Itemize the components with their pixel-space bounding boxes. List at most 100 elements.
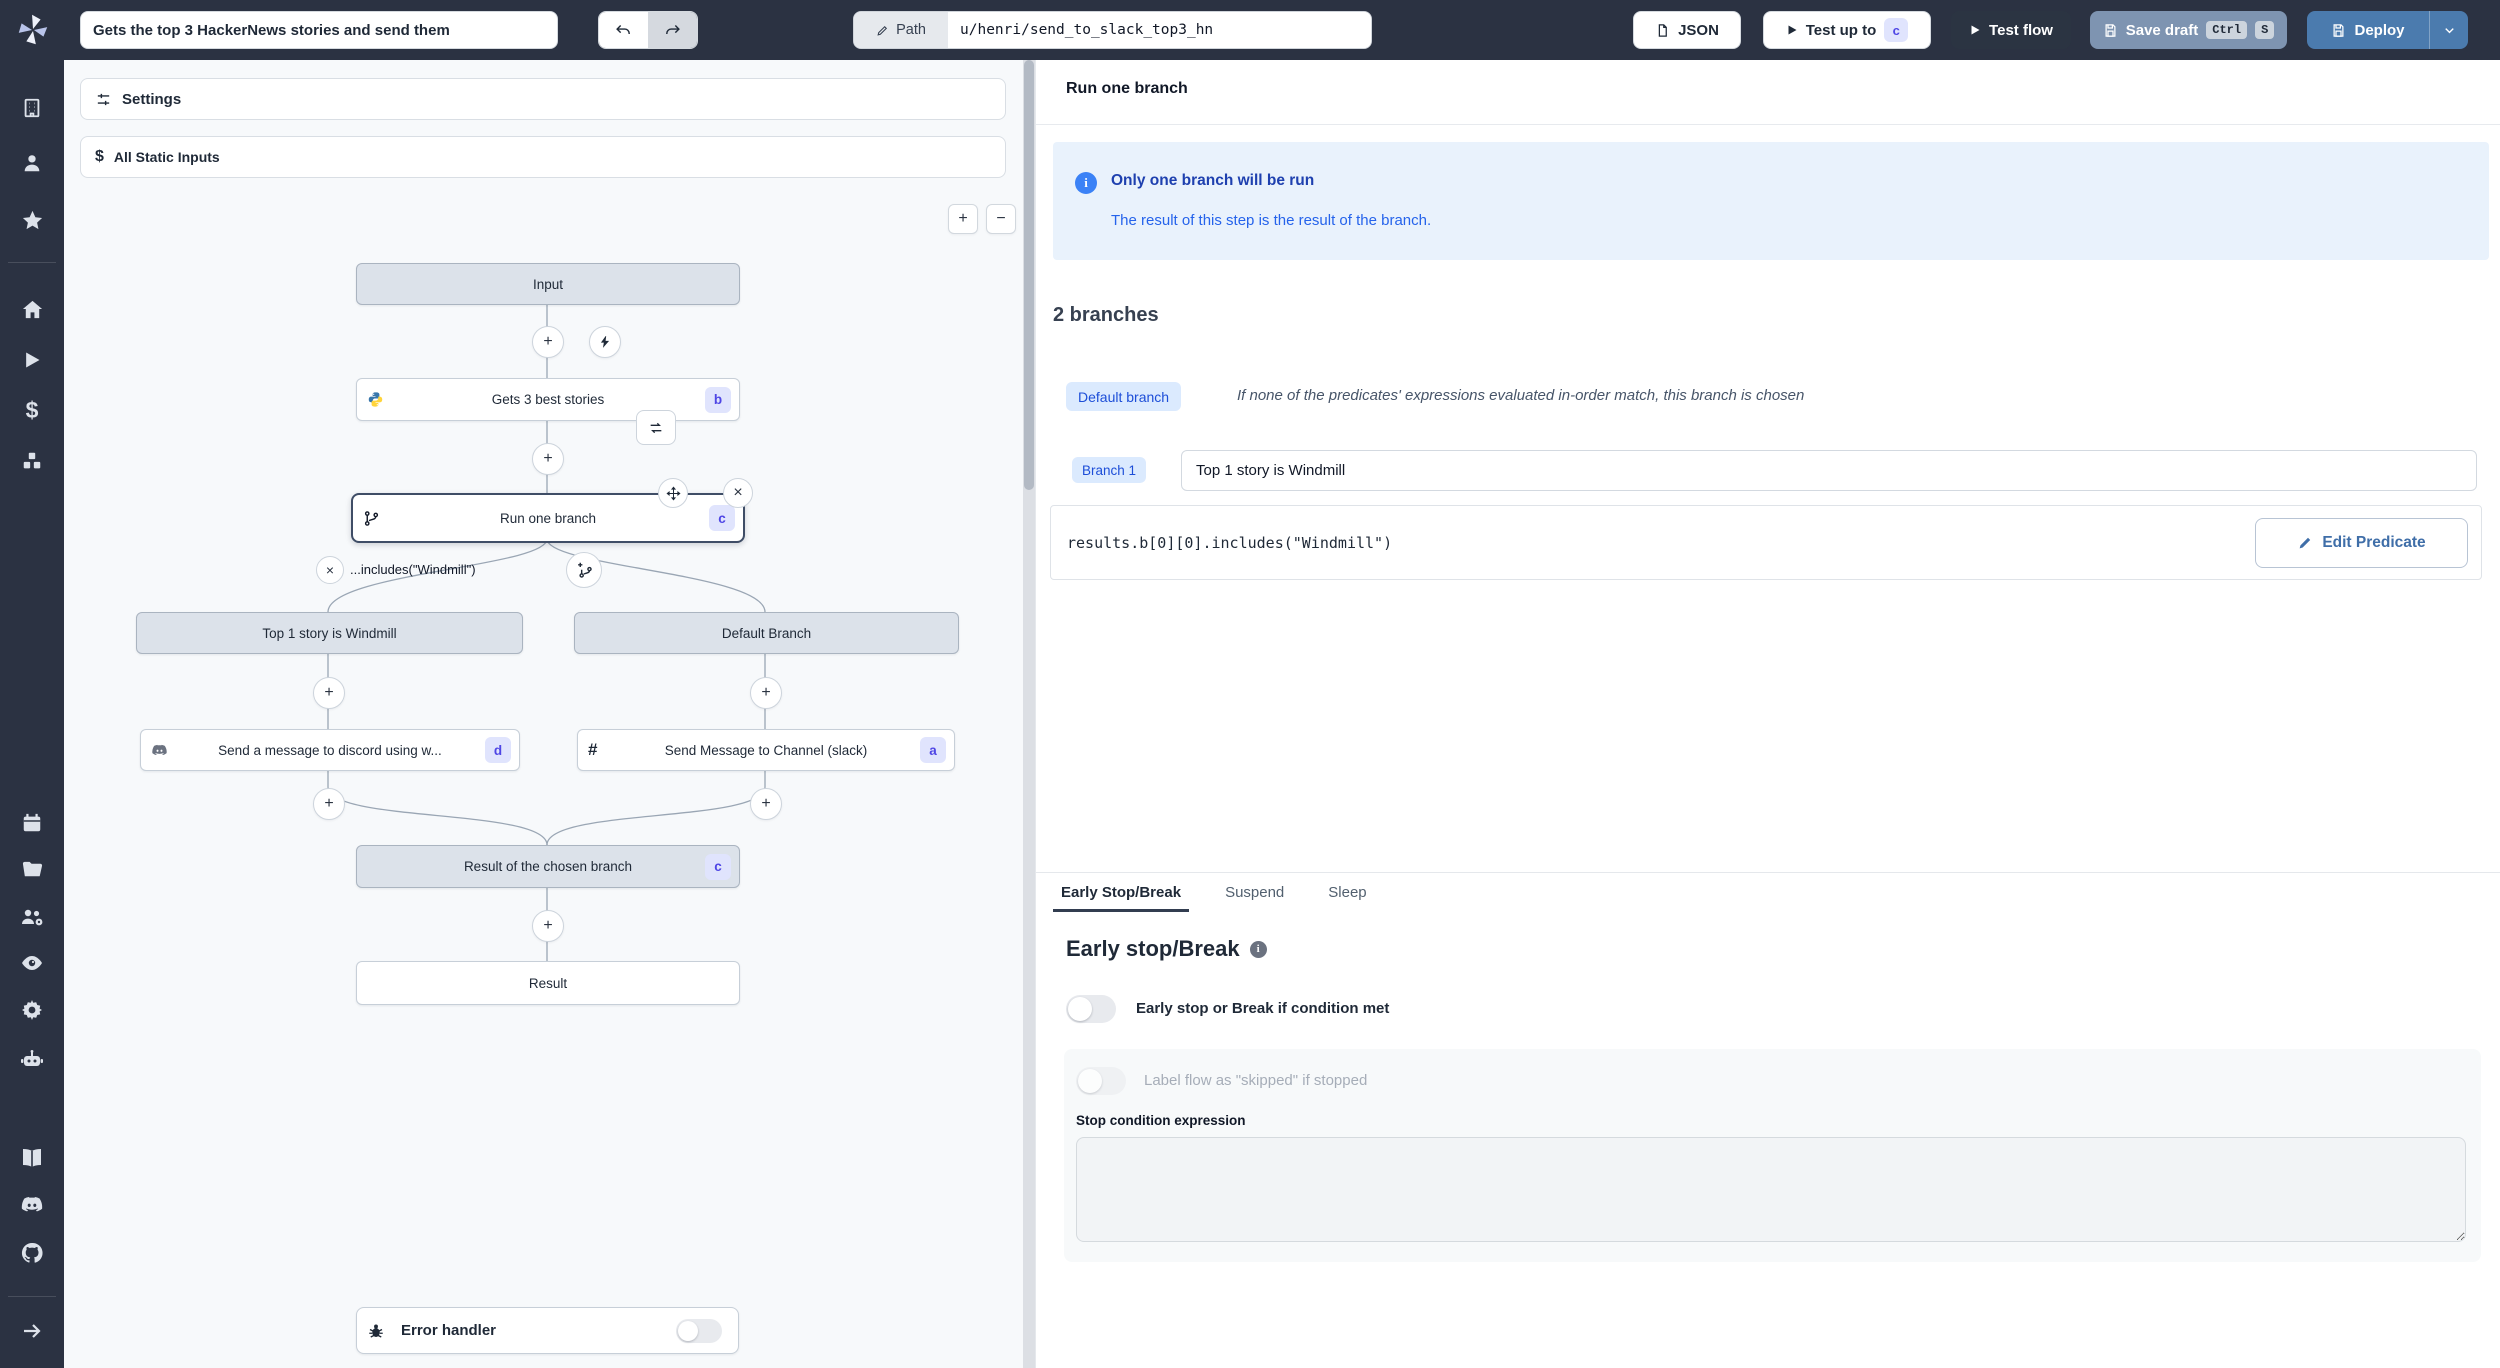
path-input[interactable] [948, 12, 1371, 48]
sidebar-item-user[interactable] [19, 150, 45, 176]
sidebar-item-groups[interactable] [19, 904, 45, 930]
add-branch-button[interactable] [566, 552, 602, 588]
git-branch-icon [363, 510, 380, 527]
robot-icon [21, 1050, 43, 1066]
node-branch-top1-windmill[interactable]: Top 1 story is Windmill [136, 612, 523, 654]
add-step-button[interactable]: + [313, 677, 345, 709]
early-stop-heading: Early stop/Break [1066, 936, 1240, 961]
flow-summary-input[interactable] [80, 11, 558, 49]
info-callout: i Only one branch will be run The result… [1053, 142, 2489, 260]
node-send-slack-message[interactable]: # Send Message to Channel (slack) a [577, 729, 955, 771]
deploy-button[interactable]: Deploy [2307, 11, 2429, 49]
test-up-to-button[interactable]: Test up to c [1763, 11, 1931, 49]
early-stop-toggle[interactable] [1066, 995, 1116, 1023]
skipped-toggle-label: Label flow as "skipped" if stopped [1144, 1072, 1368, 1089]
flow-scrollbar[interactable] [1023, 60, 1035, 1368]
test-flow-button[interactable]: Test flow [1951, 11, 2071, 49]
node-branch-default[interactable]: Default Branch [574, 612, 959, 654]
sidebar-item-home[interactable] [19, 296, 45, 322]
node-gets-3-best-stories[interactable]: Gets 3 best stories b [356, 378, 740, 421]
github-icon [21, 1242, 43, 1263]
loop-restart-button[interactable] [636, 410, 676, 445]
sidebar-item-runs[interactable] [19, 347, 45, 373]
sidebar-item-github[interactable] [19, 1240, 45, 1266]
default-branch-description: If none of the predicates' expressions e… [1237, 387, 1805, 404]
sidebar-item-resources[interactable] [19, 448, 45, 474]
remove-branch-button[interactable]: × [316, 556, 344, 584]
edit-predicate-label: Edit Predicate [2322, 533, 2426, 551]
scrollbar-thumb[interactable] [1024, 60, 1034, 490]
node-label: Input [532, 276, 564, 292]
discord-icon [21, 1197, 43, 1212]
add-step-button[interactable]: + [532, 910, 564, 942]
sidebar-item-variables[interactable]: $ [19, 397, 45, 423]
step-id-badge: c [705, 853, 731, 880]
move-icon [665, 485, 681, 501]
redo-icon [666, 24, 680, 34]
pencil-icon [877, 25, 888, 36]
bug-icon [367, 1322, 385, 1340]
sidebar-expand-button[interactable] [19, 1318, 45, 1344]
sidebar-item-settings[interactable] [19, 997, 45, 1023]
trigger-button[interactable] [589, 326, 621, 358]
user-icon [24, 155, 40, 172]
sidebar-item-workers[interactable] [19, 1047, 45, 1073]
add-step-button[interactable]: + [750, 677, 782, 709]
undo-icon [616, 24, 630, 34]
sidebar-item-discord[interactable] [19, 1192, 45, 1218]
deploy-label: Deploy [2354, 21, 2405, 39]
flow-edges [327, 303, 766, 961]
add-step-button[interactable]: + [313, 788, 345, 820]
move-step-button[interactable] [658, 478, 688, 508]
node-label: Error handler [401, 1322, 497, 1339]
step-id-badge: c [709, 505, 735, 531]
step-id-badge: d [485, 737, 511, 763]
step-id-badge: a [920, 737, 946, 763]
skipped-toggle[interactable] [1076, 1067, 1126, 1095]
error-handler-toggle[interactable] [676, 1319, 722, 1343]
tab-suspend[interactable]: Suspend [1225, 872, 1284, 912]
sidebar-item-schedules[interactable] [19, 810, 45, 836]
python-icon [367, 391, 384, 408]
save-draft-button[interactable]: Save draft Ctrl S [2090, 11, 2287, 49]
edit-predicate-button[interactable]: Edit Predicate [2255, 517, 2468, 568]
node-input[interactable]: Input [356, 263, 740, 305]
node-result[interactable]: Result [356, 961, 740, 1005]
stop-condition-label: Stop condition expression [1076, 1113, 1246, 1128]
close-icon: × [325, 562, 335, 578]
test-up-to-label: Test up to [1805, 21, 1877, 39]
play-icon [26, 352, 40, 368]
redo-button[interactable] [648, 12, 697, 48]
branch1-summary-input[interactable] [1181, 450, 2477, 491]
deploy-more-button[interactable] [2429, 11, 2468, 49]
node-error-handler[interactable]: Error handler [356, 1307, 739, 1354]
tab-sleep[interactable]: Sleep [1328, 872, 1366, 912]
node-label: Default Branch [721, 625, 812, 641]
windmill-logo[interactable] [14, 11, 52, 49]
info-body: The result of this step is the result of… [1111, 212, 1432, 229]
undo-button[interactable] [599, 12, 648, 48]
sidebar-item-workspace[interactable] [19, 95, 45, 121]
node-send-discord-message[interactable]: Send a message to discord using w... d [140, 729, 520, 771]
add-step-button[interactable]: + [532, 326, 564, 358]
toggle-knob [1078, 1069, 1102, 1093]
save-icon [2333, 23, 2344, 37]
sidebar-item-docs[interactable] [19, 1145, 45, 1171]
sidebar-item-favorites[interactable] [19, 207, 45, 233]
sidebar-item-audit[interactable] [19, 950, 45, 976]
node-result-chosen-branch[interactable]: Result of the chosen branch c [356, 845, 740, 888]
delete-step-button[interactable]: × [723, 478, 753, 508]
home-icon [22, 300, 42, 318]
stop-condition-textarea[interactable] [1076, 1137, 2466, 1242]
predicate-edge-label[interactable]: ...includes("Windmill") [350, 562, 476, 577]
tab-early-stop-break[interactable]: Early Stop/Break [1052, 872, 1190, 912]
test-up-to-step-badge: c [1884, 18, 1909, 42]
add-step-button[interactable]: + [532, 443, 564, 475]
json-button[interactable]: JSON [1633, 11, 1741, 49]
path-label-chip[interactable]: Path [854, 12, 948, 48]
flow-graph-panel: Settings $ All Static Inputs + − Input +… [64, 60, 1023, 1368]
sidebar-item-folders[interactable] [19, 856, 45, 882]
pencil-icon [2299, 537, 2311, 548]
node-label: Send Message to Channel (slack) [664, 742, 868, 758]
add-step-button[interactable]: + [750, 788, 782, 820]
